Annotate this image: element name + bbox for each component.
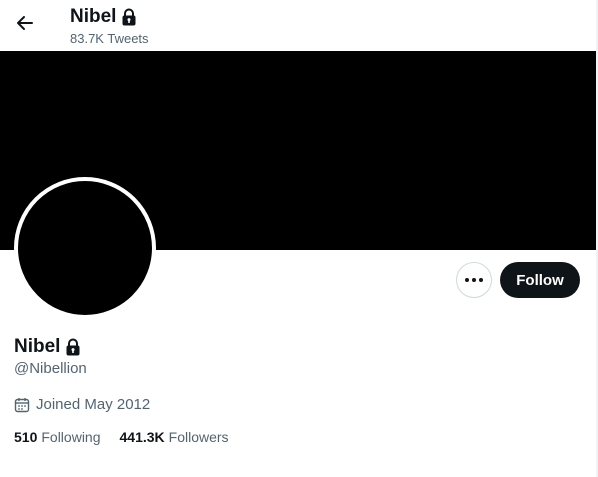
followers-count: 441.3K [119, 429, 165, 445]
profile-name-row: Nibel [14, 335, 81, 359]
calendar-icon [14, 397, 30, 413]
followers-link[interactable]: 441.3K Followers [120, 428, 229, 446]
profile-header: Nibel 83.7K Tweets [0, 0, 596, 51]
avatar[interactable] [14, 177, 156, 319]
profile-handle: @Nibellion [14, 360, 87, 377]
back-button[interactable] [8, 6, 42, 40]
arrow-left-icon [17, 16, 33, 30]
joined-text: Joined May 2012 [36, 396, 151, 413]
header-title-row: Nibel [70, 5, 137, 29]
header-title: Nibel [70, 6, 117, 27]
more-options-button[interactable] [456, 262, 492, 298]
lock-icon [121, 8, 137, 26]
following-count: 510 [14, 429, 38, 445]
more-horizontal-icon [465, 278, 483, 282]
profile-name: Nibel [14, 336, 61, 357]
following-label: Following [41, 429, 101, 445]
lock-icon [65, 338, 81, 356]
follow-button[interactable]: Follow [500, 262, 580, 298]
tweet-count: 83.7K Tweets [70, 31, 149, 46]
following-link[interactable]: 510 Following [14, 428, 101, 446]
followers-label: Followers [168, 429, 229, 445]
joined-date: Joined May 2012 [14, 396, 150, 414]
follow-stats: 510 Following 441.3K Followers [14, 428, 248, 446]
